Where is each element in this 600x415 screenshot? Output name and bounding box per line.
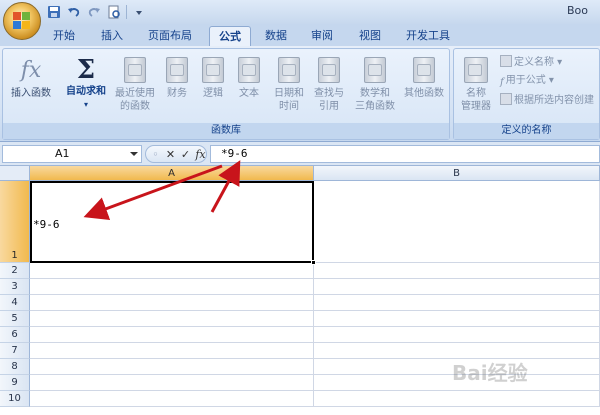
tab-view[interactable]: 视图	[350, 26, 390, 46]
tab-page-layout[interactable]: 页面布局	[140, 26, 200, 46]
row-header-1[interactable]: 1	[0, 181, 30, 263]
tab-home[interactable]: 开始	[44, 26, 84, 46]
enter-icon[interactable]: ✓	[180, 148, 191, 161]
tab-review[interactable]: 审阅	[302, 26, 342, 46]
cell-b1[interactable]	[314, 181, 600, 263]
use-in-formula-icon: f	[500, 77, 504, 88]
function-library-label: 函数库	[3, 123, 449, 139]
row-header-6[interactable]: 6	[0, 327, 30, 343]
select-all-corner[interactable]	[0, 166, 30, 181]
more-book-icon	[413, 57, 435, 83]
cell-a8[interactable]	[30, 359, 314, 375]
cell-a7[interactable]	[30, 343, 314, 359]
active-cell-border	[30, 181, 314, 263]
autosum-button[interactable]: Σ 自动求和 ▾	[61, 55, 111, 111]
tab-insert[interactable]: 插入	[92, 26, 132, 46]
formula-bar: A1 ◦ ✕ ✓ fx *9-6	[0, 142, 600, 166]
date-time-button[interactable]: 日期和 时间	[269, 57, 309, 113]
cell-a6[interactable]	[30, 327, 314, 343]
row-header-7[interactable]: 7	[0, 343, 30, 359]
row-header-5[interactable]: 5	[0, 311, 30, 327]
logical-button[interactable]: 逻辑	[197, 57, 229, 100]
print-preview-icon[interactable]	[106, 4, 122, 20]
row-header-9[interactable]: 9	[0, 375, 30, 391]
create-from-selection-icon	[500, 93, 512, 105]
quick-access-toolbar	[46, 3, 147, 21]
math-trig-button[interactable]: 数学和 三角函数	[351, 57, 399, 113]
insert-function-icon[interactable]: fx	[195, 148, 206, 161]
window-title: Boo	[567, 4, 589, 17]
define-name-icon	[500, 55, 512, 67]
autosum-dropdown-icon[interactable]: ▾	[61, 98, 111, 111]
function-library-group: fx 插入函数 Σ 自动求和 ▾ 最近使用 的函数 财务 逻辑 文本 日期和 时…	[2, 48, 450, 140]
title-bar: Boo	[0, 0, 600, 40]
cell-a2[interactable]	[30, 263, 314, 279]
cell-b4[interactable]	[314, 295, 600, 311]
formula-input[interactable]: *9-6	[210, 145, 600, 163]
row-header-10[interactable]: 10	[0, 391, 30, 407]
formula-grip-icon: ◦	[152, 147, 159, 161]
watermark: Bai经验	[452, 361, 528, 385]
define-name-button[interactable]: 定义名称 ▾	[500, 55, 562, 70]
lookup-book-icon	[318, 57, 340, 83]
column-header-a[interactable]: A	[30, 166, 314, 181]
column-header-b[interactable]: B	[314, 166, 600, 181]
insert-function-button[interactable]: fx 插入函数	[7, 57, 55, 100]
recent-book-icon	[124, 57, 146, 83]
save-icon[interactable]	[46, 4, 62, 20]
text-book-icon	[238, 57, 260, 83]
row-header-8[interactable]: 8	[0, 359, 30, 375]
tab-formulas[interactable]: 公式	[209, 26, 251, 46]
row-header-4[interactable]: 4	[0, 295, 30, 311]
cell-a9[interactable]	[30, 375, 314, 391]
sigma-icon: Σ	[76, 55, 96, 85]
fill-handle[interactable]	[311, 260, 316, 265]
cell-b6[interactable]	[314, 327, 600, 343]
cell-a4[interactable]	[30, 295, 314, 311]
formula-buttons: ◦ ✕ ✓ fx	[145, 145, 207, 163]
qat-separator	[126, 5, 127, 19]
ribbon: fx 插入函数 Σ 自动求和 ▾ 最近使用 的函数 财务 逻辑 文本 日期和 时…	[0, 46, 600, 142]
math-book-icon	[364, 57, 386, 83]
cell-b3[interactable]	[314, 279, 600, 295]
row-header-2[interactable]: 2	[0, 263, 30, 279]
cell-a10[interactable]	[30, 391, 314, 407]
logical-book-icon	[202, 57, 224, 83]
name-box-dropdown-icon[interactable]	[130, 152, 138, 156]
defined-names-label: 定义的名称	[454, 123, 599, 139]
recent-functions-button[interactable]: 最近使用 的函数	[109, 57, 161, 113]
tab-developer[interactable]: 开发工具	[398, 26, 458, 46]
cell-a3[interactable]	[30, 279, 314, 295]
redo-icon[interactable]	[86, 4, 102, 20]
cell-b5[interactable]	[314, 311, 600, 327]
defined-names-group: 名称 管理器 定义名称 ▾ f 用于公式 ▾ 根据所选内容创建 定义的名称	[453, 48, 600, 140]
fx-icon: fx	[20, 58, 42, 83]
more-functions-button[interactable]: 其他函数	[399, 57, 449, 100]
datetime-book-icon	[278, 57, 300, 83]
office-button[interactable]	[3, 2, 41, 40]
cell-b2[interactable]	[314, 263, 600, 279]
name-manager-button[interactable]: 名称 管理器	[456, 57, 496, 113]
text-button[interactable]: 文本	[233, 57, 265, 100]
name-box[interactable]: A1	[2, 145, 142, 163]
financial-button[interactable]: 财务	[161, 57, 193, 100]
cell-b10[interactable]	[314, 391, 600, 407]
row-header-3[interactable]: 3	[0, 279, 30, 295]
name-manager-icon	[464, 57, 488, 83]
tab-data[interactable]: 数据	[256, 26, 296, 46]
cancel-icon[interactable]: ✕	[165, 148, 176, 161]
ribbon-tabs: 开始 插入 页面布局 公式 数据 审阅 视图 开发工具	[0, 24, 600, 46]
cell-a5[interactable]	[30, 311, 314, 327]
undo-icon[interactable]	[66, 4, 82, 20]
lookup-reference-button[interactable]: 查找与 引用	[309, 57, 349, 113]
use-in-formula-button[interactable]: f 用于公式 ▾	[500, 74, 554, 88]
financial-book-icon	[166, 57, 188, 83]
customize-qat-icon[interactable]	[131, 4, 147, 20]
create-from-selection-button[interactable]: 根据所选内容创建	[500, 93, 594, 108]
office-logo-icon	[13, 12, 31, 30]
